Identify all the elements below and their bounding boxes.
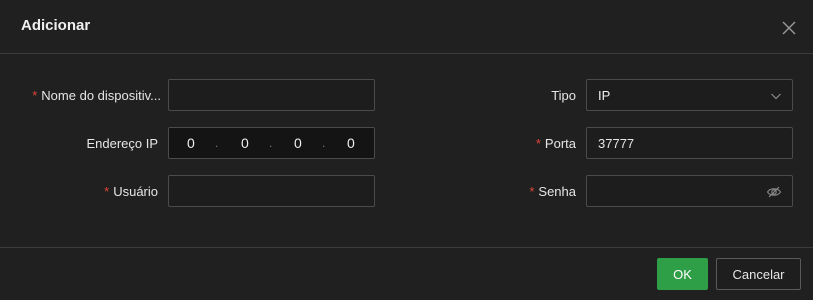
- ip-separator: .: [215, 136, 219, 150]
- device-name-input[interactable]: [169, 80, 374, 110]
- chevron-down-icon: [771, 93, 781, 100]
- ok-button[interactable]: OK: [657, 258, 708, 290]
- close-icon[interactable]: [780, 19, 798, 37]
- ip-segment-2[interactable]: 0: [241, 135, 249, 151]
- type-select[interactable]: IP: [586, 79, 793, 111]
- required-mark: *: [32, 88, 38, 103]
- port-label: * Porta: [535, 136, 576, 151]
- required-mark: *: [535, 136, 541, 151]
- ip-segment-3[interactable]: 0: [294, 135, 302, 151]
- device-name-label: * Nome do dispositiv...: [32, 88, 161, 103]
- cancel-button[interactable]: Cancelar: [716, 258, 801, 290]
- device-name-field[interactable]: [168, 79, 375, 111]
- user-label: * Usuário: [104, 184, 158, 199]
- password-input[interactable]: [587, 176, 757, 206]
- type-select-value: IP: [598, 88, 611, 103]
- type-label: Tipo: [551, 88, 576, 103]
- user-input[interactable]: [169, 176, 374, 206]
- ip-segment-4[interactable]: 0: [347, 135, 355, 151]
- required-mark: *: [104, 184, 110, 199]
- port-field[interactable]: [586, 127, 793, 159]
- ip-segment-1[interactable]: 0: [187, 135, 195, 151]
- ip-separator: .: [322, 136, 326, 150]
- ip-separator: .: [269, 136, 273, 150]
- required-mark: *: [529, 184, 535, 199]
- user-field[interactable]: [168, 175, 375, 207]
- password-field[interactable]: [586, 175, 793, 207]
- password-label: * Senha: [529, 184, 576, 199]
- eye-off-icon[interactable]: [766, 184, 782, 200]
- port-input[interactable]: [587, 128, 792, 158]
- dialog-title: Adicionar: [21, 17, 91, 34]
- dialog-header: Adicionar: [0, 0, 813, 54]
- footer-divider: [0, 247, 813, 248]
- ip-address-field[interactable]: 0 . 0 . 0 . 0: [168, 127, 375, 159]
- ip-address-label: Endereço IP: [86, 136, 158, 151]
